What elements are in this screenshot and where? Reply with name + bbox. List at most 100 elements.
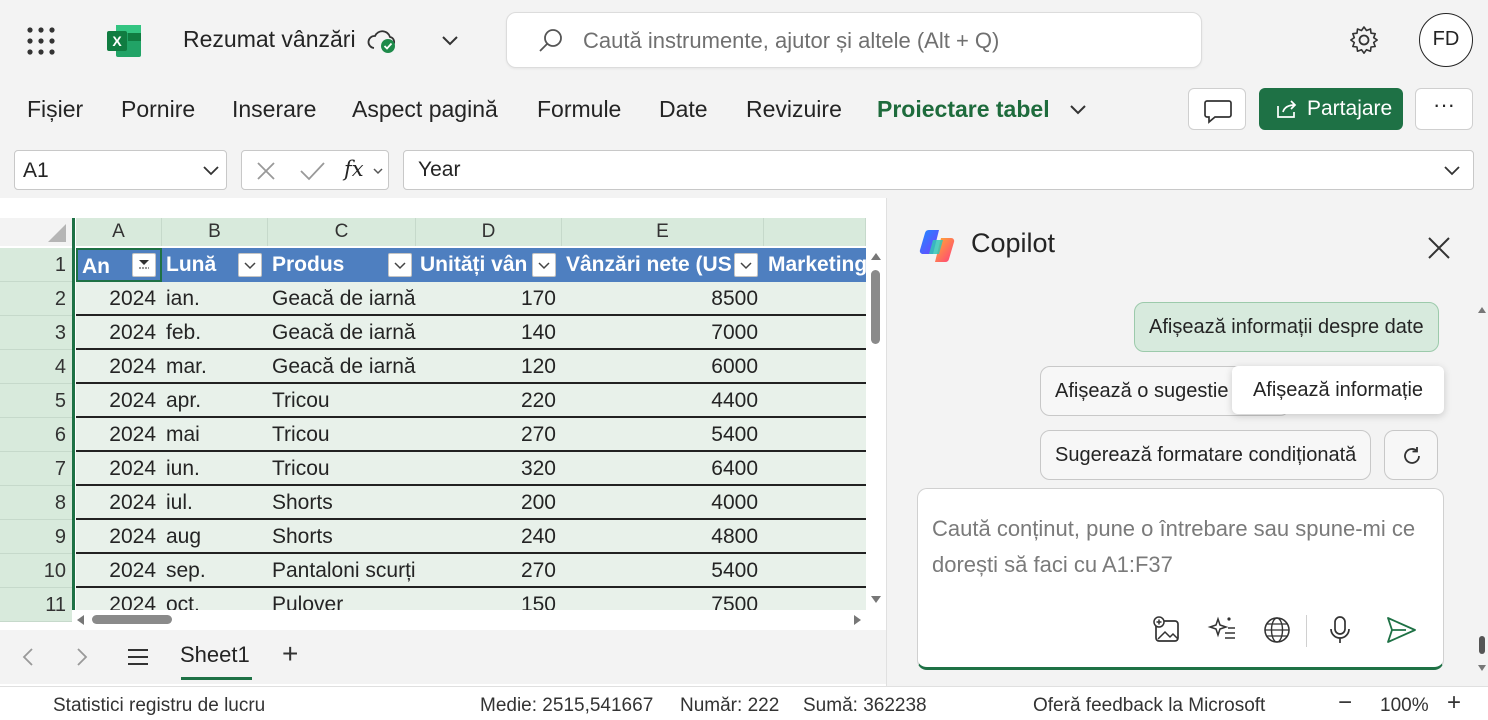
suggestion-conditional-formatting[interactable]: Sugerează formatare condiționată (1040, 430, 1372, 480)
cell-product[interactable]: Tricou (272, 384, 330, 418)
cancel-x-icon[interactable] (254, 159, 278, 183)
sheet-tab-sheet1[interactable]: Sheet1 (180, 642, 250, 668)
row-header[interactable]: 10 (0, 554, 72, 588)
scroll-left-icon[interactable] (76, 614, 86, 626)
cell-product[interactable]: Geacă de iarnă (272, 316, 416, 350)
settings-gear-icon[interactable] (1348, 24, 1380, 56)
cell-month[interactable]: ian. (166, 282, 200, 316)
cell-units[interactable]: 120 (416, 350, 556, 384)
header-cell-unitati[interactable]: Unități vân (416, 248, 536, 282)
header-cell-marketing[interactable]: Marketing (764, 248, 866, 282)
column-header-b[interactable]: B (162, 218, 268, 246)
cell-net-sales[interactable]: 6000 (562, 350, 758, 384)
cell-units[interactable]: 220 (416, 384, 556, 418)
cell-product[interactable]: Pantaloni scurți (272, 554, 416, 588)
cell-month[interactable]: feb. (166, 316, 201, 350)
cell-net-sales[interactable]: 8500 (562, 282, 758, 316)
globe-icon[interactable] (1260, 613, 1294, 647)
name-box[interactable]: A1 (14, 150, 227, 190)
cell-year[interactable]: 2024 (76, 418, 156, 452)
select-all-corner[interactable] (0, 218, 72, 246)
row-header[interactable]: 4 (0, 350, 72, 384)
cell-month[interactable]: mar. (166, 350, 207, 384)
menu-page-layout[interactable]: Aspect pagină (352, 96, 498, 123)
scroll-right-icon[interactable] (852, 614, 862, 626)
suggestion-show-data-insights[interactable]: Afișează informații despre date (1134, 302, 1439, 352)
vertical-scroll-thumb[interactable] (871, 270, 880, 344)
cell-month[interactable]: mai (166, 418, 200, 452)
app-launcher-icon[interactable] (26, 26, 56, 56)
zoom-out-button[interactable]: − (1338, 689, 1352, 717)
row-header[interactable]: 3 (0, 316, 72, 350)
cell-year[interactable]: 2024 (76, 520, 156, 554)
column-header-c[interactable]: C (268, 218, 416, 246)
filter-dropdown-icon[interactable] (734, 253, 758, 277)
cell-net-sales[interactable]: 4800 (562, 520, 758, 554)
filter-dropdown-icon[interactable] (532, 253, 556, 277)
menu-review[interactable]: Revizuire (746, 96, 842, 123)
refresh-suggestions-button[interactable] (1384, 430, 1438, 480)
scroll-up-icon[interactable] (1477, 306, 1487, 316)
prev-sheet-icon[interactable] (20, 647, 36, 667)
cell-units[interactable]: 240 (416, 520, 556, 554)
zoom-level[interactable]: 100% (1380, 695, 1429, 717)
cell-net-sales[interactable]: 5400 (562, 554, 758, 588)
header-cell-vanzari[interactable]: Vânzări nete (US (562, 248, 734, 282)
row-header[interactable]: 1 (0, 248, 72, 282)
copilot-chat-input[interactable]: Caută conținut, pune o întrebare sau spu… (917, 488, 1444, 670)
cell-net-sales[interactable]: 4000 (562, 486, 758, 520)
row-header[interactable]: 11 (0, 588, 72, 622)
menu-file[interactable]: Fișier (27, 96, 83, 123)
all-sheets-menu-icon[interactable] (126, 646, 150, 668)
close-icon[interactable] (1425, 234, 1453, 262)
scroll-down-icon[interactable] (1477, 662, 1487, 672)
document-title[interactable]: Rezumat vânzări (183, 26, 356, 53)
cell-month[interactable]: apr. (166, 384, 201, 418)
menu-home[interactable]: Pornire (121, 96, 195, 123)
user-avatar[interactable]: FD (1419, 13, 1473, 67)
cell-net-sales[interactable]: 6400 (562, 452, 758, 486)
cell-year[interactable]: 2024 (76, 452, 156, 486)
column-header-a[interactable]: A (76, 218, 162, 246)
cell-net-sales[interactable]: 5400 (562, 418, 758, 452)
row-header[interactable]: 7 (0, 452, 72, 486)
next-sheet-icon[interactable] (74, 647, 90, 667)
cloud-saved-icon[interactable] (366, 26, 400, 56)
add-image-icon[interactable] (1150, 613, 1184, 647)
column-header-f[interactable] (764, 218, 866, 246)
search-box[interactable]: Caută instrumente, ajutor și altele (Alt… (506, 12, 1202, 68)
more-tabs-chevron-icon[interactable] (1066, 98, 1090, 120)
copilot-scrollbar[interactable] (1477, 306, 1487, 676)
cell-product[interactable]: Tricou (272, 418, 330, 452)
cell-net-sales[interactable]: 7000 (562, 316, 758, 350)
cell-year[interactable]: 2024 (76, 486, 156, 520)
cell-units[interactable]: 200 (416, 486, 556, 520)
copilot-scroll-thumb[interactable] (1479, 636, 1485, 654)
cell-units[interactable]: 270 (416, 418, 556, 452)
microphone-icon[interactable] (1323, 613, 1357, 647)
workbook-statistics-button[interactable]: Statistici registru de lucru (53, 695, 265, 717)
share-button[interactable]: Partajare (1259, 88, 1403, 130)
vertical-scrollbar[interactable] (866, 248, 886, 610)
cell-units[interactable]: 170 (416, 282, 556, 316)
prompt-sparkle-icon[interactable] (1206, 613, 1240, 647)
column-header-e[interactable]: E (562, 218, 764, 246)
cell-units[interactable]: 270 (416, 554, 556, 588)
formula-input[interactable]: Year (403, 150, 1474, 190)
cell-month[interactable]: iul. (166, 486, 193, 520)
row-header[interactable]: 6 (0, 418, 72, 452)
scroll-down-icon[interactable] (870, 594, 882, 604)
cell-year[interactable]: 2024 (76, 384, 156, 418)
insert-function-icon[interactable]: fx (344, 157, 364, 181)
cell-product[interactable]: Tricou (272, 452, 330, 486)
cell-year[interactable]: 2024 (76, 350, 156, 384)
cell-product[interactable]: Shorts (272, 520, 333, 554)
cell-year[interactable]: 2024 (76, 316, 156, 350)
scroll-up-icon[interactable] (870, 252, 882, 262)
filter-active-icon[interactable] (132, 253, 156, 277)
feedback-link[interactable]: Oferă feedback la Microsoft (1033, 695, 1265, 717)
enter-check-icon[interactable] (298, 159, 326, 183)
cell-product[interactable]: Geacă de iarnă (272, 350, 416, 384)
cell-month[interactable]: iun. (166, 452, 200, 486)
zoom-in-button[interactable]: + (1447, 689, 1461, 717)
